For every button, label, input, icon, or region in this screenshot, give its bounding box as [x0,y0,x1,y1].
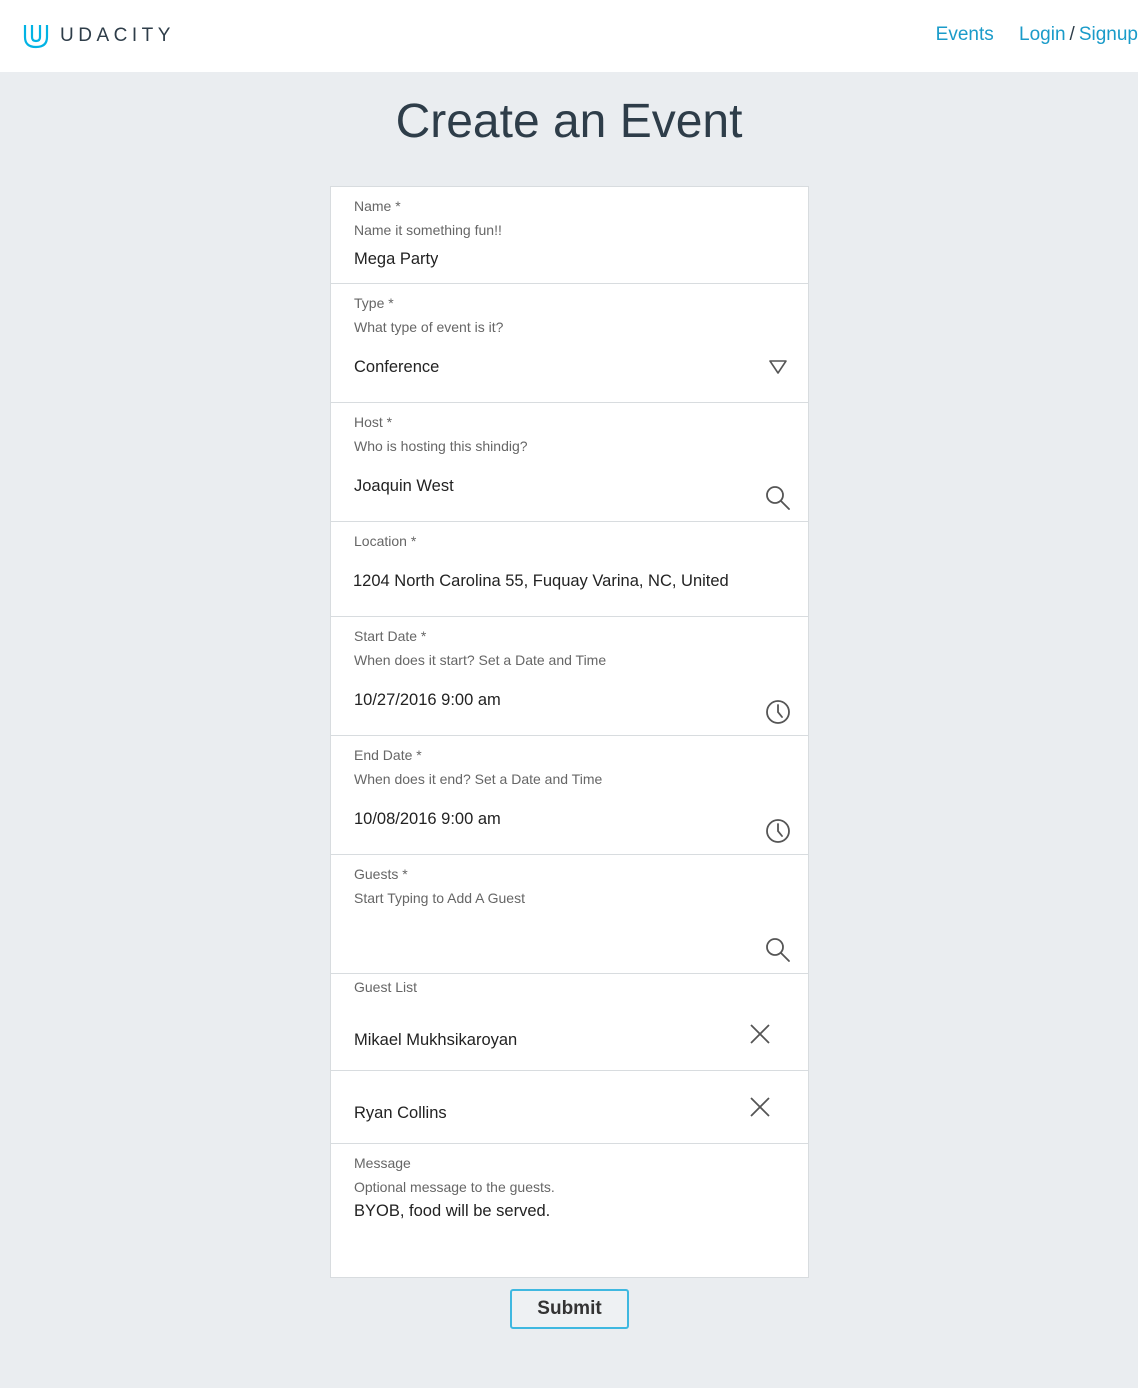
submit-button[interactable]: Submit [510,1289,629,1329]
nav-login-link[interactable]: Login [1019,24,1066,45]
clock-icon[interactable] [765,818,791,844]
guest-name: Ryan Collins [354,1104,447,1122]
message-field[interactable]: Message Optional message to the guests. … [331,1144,808,1277]
udacity-logo-icon [23,25,49,49]
message-label: Message [354,1155,411,1171]
guests-label: Guests * [354,866,408,882]
message-hint: Optional message to the guests. [354,1179,555,1195]
end-date-hint: When does it end? Set a Date and Time [354,771,603,787]
create-event-form: Name * Name it something fun!! Mega Part… [330,186,809,1278]
host-field[interactable]: Host * Who is hosting this shindig? Joaq… [331,403,808,522]
guests-hint: Start Typing to Add A Guest [354,890,525,906]
page-title: Create an Event [395,95,743,148]
remove-guest-close-icon[interactable] [749,1023,771,1045]
guest-name: Mikael Mukhsikaroyan [354,1031,518,1049]
host-label: Host * [354,414,393,430]
udacity-logo[interactable]: UDACITY [22,22,175,50]
start-date-field[interactable]: Start Date * When does it start? Set a D… [331,617,808,736]
nav-signup-link[interactable]: Signup [1079,24,1138,45]
nav-separator: / [1069,24,1075,45]
name-input[interactable]: Mega Party [354,250,438,269]
message-textarea[interactable]: BYOB, food will be served. [354,1202,550,1221]
host-input[interactable]: Joaquin West [354,477,454,496]
remove-guest-close-icon[interactable] [749,1096,771,1118]
guest-list-label: Guest List [354,979,418,995]
start-date-hint: When does it start? Set a Date and Time [354,652,607,668]
clock-icon[interactable] [765,699,791,725]
type-select[interactable]: Conference [354,358,439,377]
type-hint: What type of event is it? [354,319,504,335]
name-hint: Name it something fun!! [354,222,502,238]
type-field[interactable]: Type * What type of event is it? Confere… [331,284,808,403]
location-label: Location * [354,533,417,549]
type-label: Type * [354,295,394,311]
end-date-label: End Date * [354,747,422,763]
host-hint: Who is hosting this shindig? [354,438,528,454]
top-bar: UDACITY Events Login / Signup [0,0,1138,72]
search-icon[interactable] [765,485,791,511]
start-date-input[interactable]: 10/27/2016 9:00 am [354,691,501,710]
name-field[interactable]: Name * Name it something fun!! Mega Part… [331,187,808,284]
dropdown-triangle-icon[interactable] [769,360,787,374]
nav-events-link[interactable]: Events [936,24,994,45]
start-date-label: Start Date * [354,628,427,644]
top-nav: Events Login / Signup [936,24,1138,46]
end-date-field[interactable]: End Date * When does it end? Set a Date … [331,736,808,855]
location-field[interactable]: Location * 1204 North Carolina 55, Fuqua… [331,522,808,617]
search-icon[interactable] [765,937,791,963]
guests-field[interactable]: Guests * Start Typing to Add A Guest [331,855,808,974]
guest-list-item: Guest List Mikael Mukhsikaroyan [331,974,808,1071]
name-label: Name * [354,198,401,214]
guest-list-item: Ryan Collins [331,1071,808,1144]
brand-name: UDACITY [60,25,175,46]
end-date-input[interactable]: 10/08/2016 9:00 am [354,810,501,829]
location-input[interactable]: 1204 North Carolina 55, Fuquay Varina, N… [353,572,731,591]
